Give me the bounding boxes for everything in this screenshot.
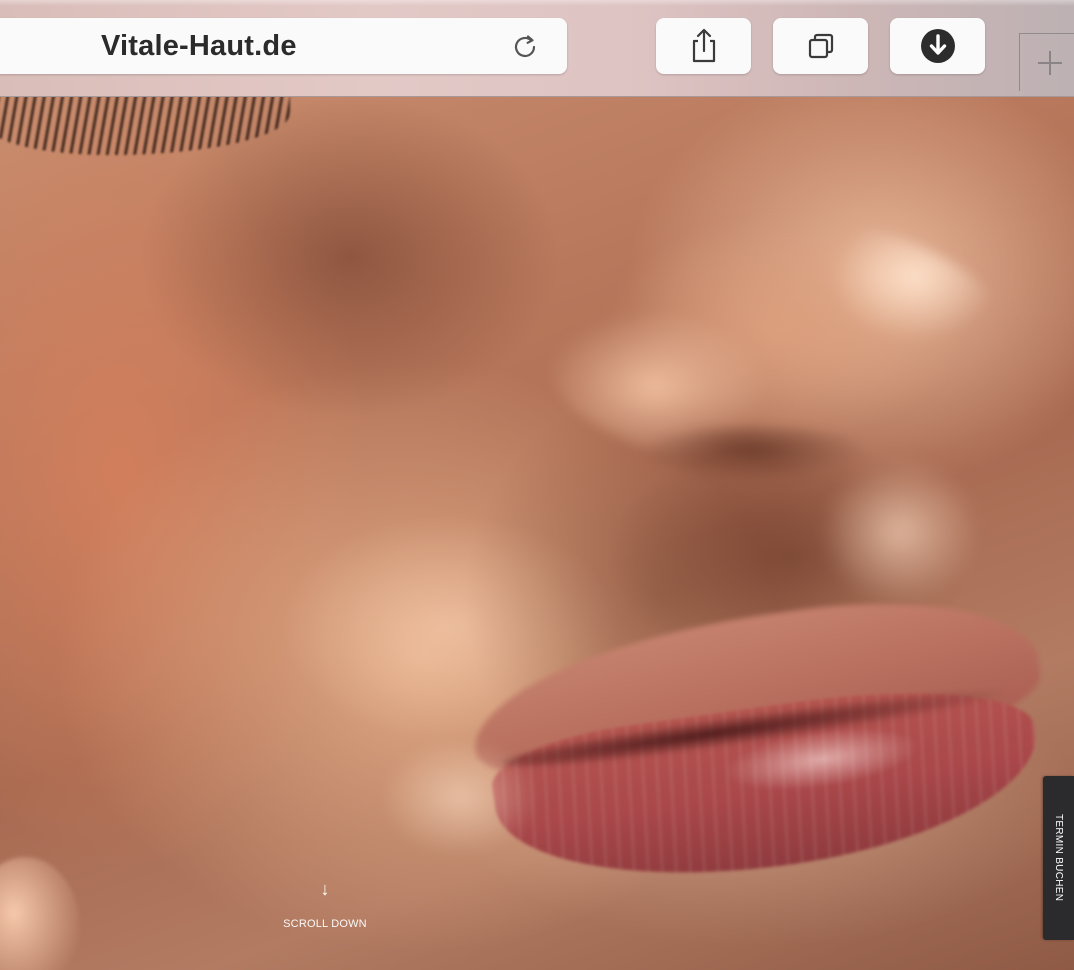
browser-toolbar: Vitale-Haut.de — [0, 0, 1074, 97]
booking-side-tab[interactable]: TERMIN BUCHEN — [1043, 776, 1074, 940]
browser-window: Vitale-Haut.de ↓ SCROLL DOWN TERMIN BUCH… — [0, 0, 1074, 970]
address-bar[interactable]: Vitale-Haut.de — [0, 18, 567, 74]
booking-side-tab-label: TERMIN BUCHEN — [1053, 814, 1064, 902]
scroll-down-label: SCROLL DOWN — [283, 918, 367, 930]
download-icon — [920, 29, 955, 63]
new-tab-button[interactable] — [1019, 33, 1074, 91]
url-text: Vitale-Haut.de — [101, 30, 297, 62]
reload-icon — [514, 35, 536, 58]
scroll-down-link[interactable]: ↓ SCROLL DOWN — [255, 880, 395, 930]
hero-image — [0, 97, 1074, 970]
share-button[interactable] — [656, 18, 751, 74]
plus-icon — [1037, 50, 1062, 75]
tabs-button[interactable] — [773, 18, 868, 74]
download-button[interactable] — [890, 18, 985, 74]
reload-button[interactable] — [508, 30, 542, 64]
tabs-icon — [808, 33, 833, 59]
share-icon — [692, 28, 715, 63]
arrow-down-icon: ↓ — [320, 879, 330, 899]
